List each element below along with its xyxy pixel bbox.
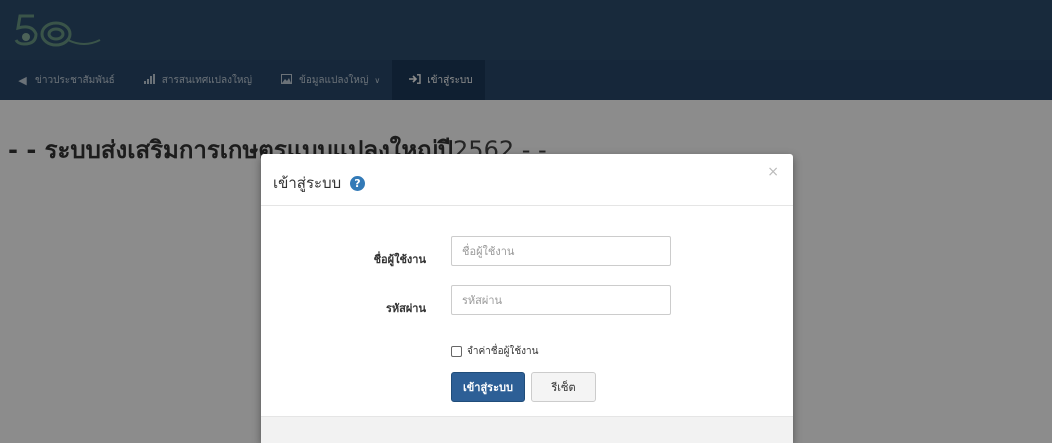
username-label: ชื่อผู้ใช้งาน bbox=[373, 253, 426, 266]
remember-me-label: จำค่าชื่อผู้ใช้งาน bbox=[467, 346, 539, 357]
login-button[interactable]: เข้าสู่ระบบ bbox=[451, 372, 525, 402]
remember-me-checkbox[interactable] bbox=[451, 346, 462, 357]
password-input[interactable] bbox=[451, 285, 671, 315]
remember-me-row[interactable]: จำค่าชื่อผู้ใช้งาน bbox=[451, 344, 538, 359]
question-circle-icon[interactable]: ? bbox=[349, 176, 365, 191]
login-modal: เข้าสู่ระบบ ? × ชื่อผู้ใช้งาน รหัสผ่าน จ… bbox=[261, 154, 793, 443]
password-label: รหัสผ่าน bbox=[385, 302, 426, 315]
modal-title: เข้าสู่ระบบ ? bbox=[273, 171, 365, 195]
modal-footer bbox=[261, 416, 793, 443]
close-button[interactable]: × bbox=[767, 164, 779, 180]
username-input[interactable] bbox=[451, 236, 671, 266]
modal-header: เข้าสู่ระบบ ? × bbox=[261, 154, 793, 206]
modal-title-text: เข้าสู่ระบบ bbox=[273, 174, 342, 192]
reset-button[interactable]: รีเซ็ต bbox=[531, 372, 596, 402]
page: ◀ ข่าวประชาสัมพันธ์ สารสนเทศแปลงใหญ่ ข้อ… bbox=[0, 0, 1052, 443]
modal-body: ชื่อผู้ใช้งาน รหัสผ่าน จำค่าชื่อผู้ใช้งา… bbox=[261, 206, 793, 416]
